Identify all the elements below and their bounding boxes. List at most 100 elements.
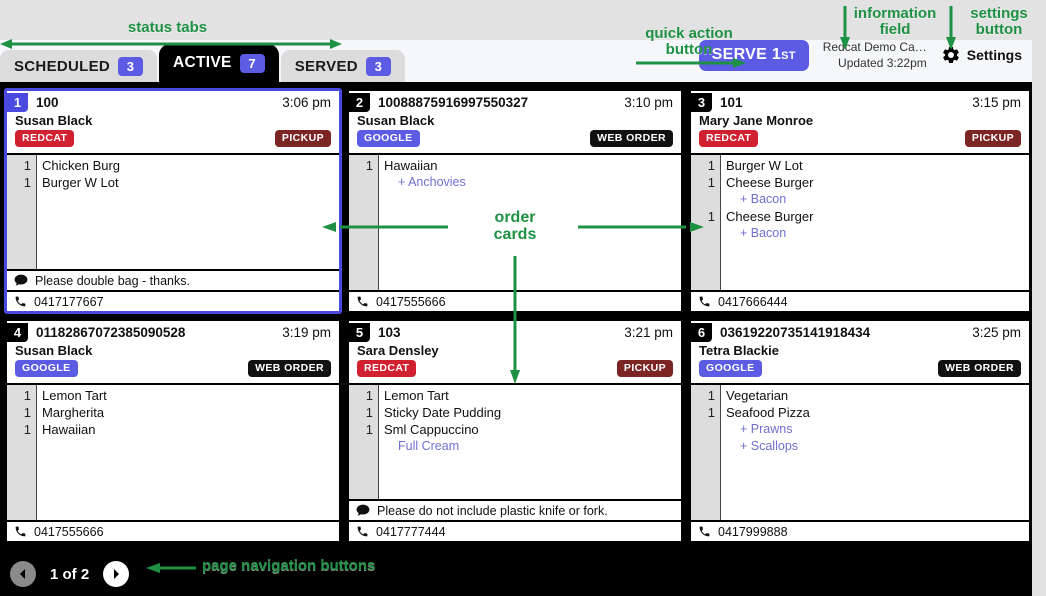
item-name: Seafood Pizza (726, 405, 810, 420)
serve-first-suffix: ST (781, 49, 796, 62)
information-field: Redcat Demo Ca… Updated 3:22pm (823, 39, 927, 71)
tab-served-label: SERVED (294, 57, 358, 75)
tab-active-count: 7 (239, 53, 265, 73)
tab-scheduled[interactable]: SCHEDULED 3 (0, 50, 158, 82)
order-sequence-badge: 4 (7, 323, 28, 342)
tab-served[interactable]: SERVED 3 (280, 50, 405, 82)
item-quantity: 1 (23, 158, 31, 173)
item-quantity: 1 (23, 175, 31, 190)
serve-first-label: SERVE 1 (711, 45, 782, 63)
order-card[interactable]: 4 01182867072385090528 3:19 pm Susan Black G… (4, 318, 342, 544)
gear-icon (942, 46, 959, 64)
order-items: 1 1.. Vegetarian Seafood Pizza + Prawns + Sca… (691, 383, 1029, 520)
order-source-badge: GOOGLE (357, 130, 420, 147)
order-phone: 0417555666 (7, 520, 339, 541)
order-source-badge: REDCAT (699, 130, 759, 147)
order-card[interactable]: 3 101 3:15 pm Mary Jane Monroe REDCAT PICKUP 1… (688, 88, 1032, 314)
order-card-title-row: 3 101 3:15 pm (691, 93, 1023, 112)
order-card[interactable]: 2 10088875916997550327 3:10 pm Susan Black G… (346, 88, 684, 314)
item-name-column: Chicken Burg Burger W Lot (37, 155, 339, 269)
annotation-status-tabs: status tabs (127, 19, 208, 36)
order-time: 3:10 pm (624, 95, 673, 110)
order-phone: 0417666444 (691, 290, 1029, 311)
item-quantity-column: 1 1 1 (7, 385, 37, 520)
order-source-badge: GOOGLE (15, 360, 78, 377)
customer-name: Sara Densley (357, 343, 439, 358)
item-modifier: + Anchovies (398, 175, 466, 189)
item-quantity: 1 (365, 405, 373, 420)
order-items: 1 1 1 Lemon Tart Margherita Hawaiian (7, 383, 339, 520)
order-cards-grid: 1 100 3:06 pm Susan Black REDCAT PICKUP 1 1 Chic… (0, 82, 1032, 552)
order-source-badge: GOOGLE (699, 360, 762, 377)
customer-name: Tetra Blackie (699, 343, 779, 358)
item-name: Sticky Date Pudding (384, 405, 502, 420)
order-number: 10088875916997550327 (378, 95, 529, 110)
order-card-title-row: 5 103 3:21 pm (349, 323, 675, 342)
order-items: 11.1.Burger W LotCheese Burger+ BaconChe… (691, 153, 1029, 290)
item-quantity-column: 1 1.. (691, 385, 721, 520)
order-badges-row: GOOGLE WEB ORDER (349, 130, 675, 150)
order-items: 1 1 Chicken Burg Burger W Lot (7, 153, 339, 269)
order-service-badge: PICKUP (274, 130, 331, 147)
order-badges-row: REDCAT PICKUP (691, 130, 1023, 150)
order-service-badge: WEB ORDER (938, 360, 1021, 377)
order-sequence-badge: 2 (349, 93, 370, 112)
phone-icon (357, 526, 368, 537)
order-card[interactable]: 1 100 3:06 pm Susan Black REDCAT PICKUP 1 1 Chic… (4, 88, 342, 314)
order-sequence-badge: 1 (7, 93, 28, 112)
order-note: Please do not include plastic knife or f… (349, 499, 681, 520)
comment-icon (356, 504, 370, 516)
order-card-title-row: 2 10088875916997550327 3:10 pm (349, 93, 675, 112)
item-name-column: Lemon Tart Sticky Date Pudding Sml Cappucc… (379, 385, 681, 499)
item-name: Chicken Burg (42, 158, 121, 173)
page-navigation-bar: 1 of 2 (0, 552, 1032, 596)
item-name: Hawaiian (384, 158, 438, 173)
order-badges-row: GOOGLE WEB ORDER (691, 360, 1023, 380)
customer-name: Mary Jane Monroe (699, 113, 814, 128)
item-name: Cheese Burger (726, 209, 814, 224)
item-modifier: Full Cream (398, 439, 460, 453)
item-modifier: + Bacon (740, 226, 787, 240)
next-page-button[interactable] (103, 561, 130, 587)
order-items: 1 1 1. Lemon Tart Sticky Date Pudding Sml Cap… (349, 383, 681, 499)
item-quantity: 1 (365, 158, 373, 173)
order-card-title-row: 4 01182867072385090528 3:19 pm (7, 323, 333, 342)
item-quantity-column: 1 1 1. (349, 385, 379, 499)
settings-label: Settings (966, 47, 1022, 63)
order-note-text: Please do not include plastic knife or f… (377, 503, 608, 518)
item-quantity: 1 (707, 405, 715, 420)
order-source-badge: REDCAT (357, 360, 417, 377)
order-card-header: 2 10088875916997550327 3:10 pm Susan Black G… (349, 91, 681, 153)
item-quantity-spacer: . (691, 225, 720, 242)
order-phone: 0417777444 (349, 520, 681, 541)
serve-first-button[interactable]: SERVE 1ST (698, 39, 809, 71)
phone-icon (699, 526, 710, 537)
order-card[interactable]: 6 03619220735141918434 3:25 pm Tetra Blacki… (688, 318, 1032, 544)
order-card-header: 5 103 3:21 pm Sara Densley REDCAT PICKUP (349, 321, 681, 383)
order-time: 3:15 pm (972, 95, 1021, 110)
order-time: 3:19 pm (282, 325, 331, 340)
order-source-badge: REDCAT (15, 130, 75, 147)
arrow-left-icon (20, 569, 25, 579)
order-service-badge: WEB ORDER (590, 130, 673, 147)
top-bar: SCHEDULED 3 ACTIVE 7 SERVED 3 SERVE 1ST … (0, 39, 1032, 82)
order-phone-text: 0417666444 (718, 294, 788, 309)
previous-page-button[interactable] (10, 561, 36, 587)
item-name: Burger W Lot (42, 175, 119, 190)
tab-active[interactable]: ACTIVE 7 (159, 44, 279, 82)
order-card-title-row: 1 100 3:06 pm (7, 93, 333, 112)
order-phone: 0417177667 (7, 290, 339, 311)
item-quantity-column: 11 (7, 155, 37, 269)
item-name-column: Lemon Tart Margherita Hawaiian (37, 385, 339, 520)
order-phone-text: 0417555666 (34, 524, 104, 539)
order-sequence-badge: 5 (349, 323, 370, 342)
item-name: Sml Cappuccino (384, 422, 479, 437)
order-note: Please double bag - thanks. (7, 269, 339, 290)
item-name: Cheese Burger (726, 175, 814, 190)
order-number: 101 (720, 95, 743, 110)
settings-button[interactable]: Settings (941, 45, 1022, 65)
order-note-text: Please double bag - thanks. (35, 273, 190, 288)
order-time: 3:25 pm (972, 325, 1021, 340)
item-quantity: 1 (707, 209, 715, 224)
order-card[interactable]: 51033:21 pmSara DensleyREDCATPICKUP111.L… (346, 318, 684, 544)
